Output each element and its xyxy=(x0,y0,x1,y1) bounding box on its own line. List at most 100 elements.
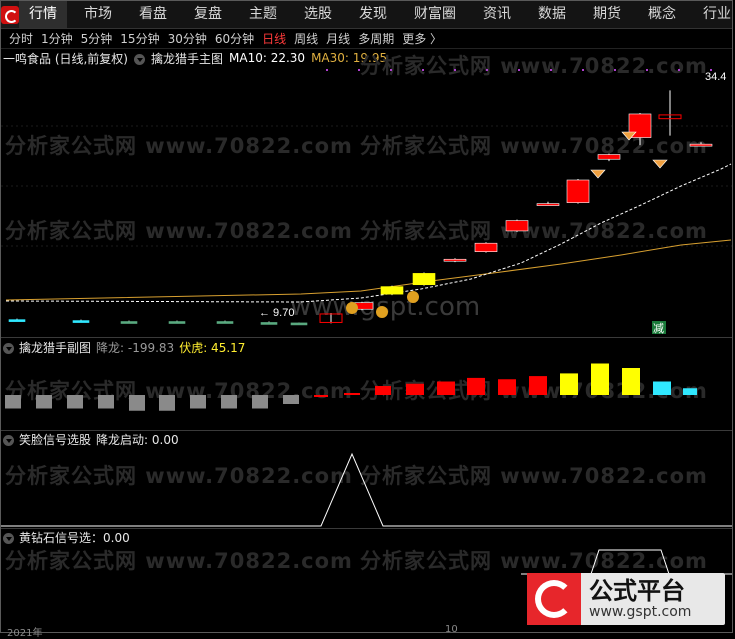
sub1-bar xyxy=(344,393,360,395)
dot-marker xyxy=(582,69,584,71)
dot-marker xyxy=(646,69,648,71)
time-label-mid: 10 xyxy=(445,624,458,635)
sub1-bar xyxy=(190,395,206,409)
reduce-signal-label: 减 xyxy=(653,322,664,335)
nav-item-1[interactable]: 市场 xyxy=(74,1,122,28)
candle xyxy=(260,322,278,325)
sub1-bar xyxy=(683,388,697,395)
panel-divider xyxy=(1,337,732,338)
ma10-value: MA10: 22.30 xyxy=(229,51,306,65)
nav-item-6[interactable]: 发现 xyxy=(349,1,397,28)
dot-marker xyxy=(358,69,360,71)
main-info-bar: 一鸣食品 (日线,前复权) 擒龙猎手主图 MA10: 22.30 MA30: 1… xyxy=(3,50,387,66)
sub1-bar xyxy=(622,368,640,395)
nav-item-10[interactable]: 期货 xyxy=(583,1,631,28)
main-indicator-name[interactable]: 擒龙猎手主图 xyxy=(151,50,223,67)
sub1-bar xyxy=(129,395,145,411)
sub1-bar xyxy=(98,395,114,409)
nav-item-11[interactable]: 概念 xyxy=(638,1,686,28)
nav-item-0[interactable]: 行情 xyxy=(19,1,67,28)
sub1-bar xyxy=(221,395,237,409)
dot-marker xyxy=(518,69,520,71)
sub1-bar xyxy=(375,386,391,395)
dot-marker xyxy=(390,69,392,71)
nav-item-8[interactable]: 资讯 xyxy=(473,1,521,28)
candle xyxy=(412,273,436,286)
candle xyxy=(689,143,713,147)
sub3-signal-line xyxy=(521,549,732,575)
stock-title[interactable]: 一鸣食品 (日线,前复权) xyxy=(3,50,128,67)
dropdown-icon[interactable] xyxy=(3,533,14,544)
dot-marker xyxy=(454,69,456,71)
dot-marker xyxy=(614,69,616,71)
diamond-icon xyxy=(652,159,668,169)
period-4[interactable]: 30分钟 xyxy=(168,30,207,47)
time-label-left: 2021年 xyxy=(7,628,43,639)
sub1-bar-chart[interactable] xyxy=(1,353,732,429)
main-candlestick-chart[interactable]: 34.4 ← 9.70 减 xyxy=(1,66,732,336)
ma30-value: MA30: 19.95 xyxy=(311,51,388,65)
ma30-line xyxy=(5,239,732,301)
sub1-bar xyxy=(591,363,609,395)
nav-item-7[interactable]: 财富圈 xyxy=(404,1,466,28)
sub1-bar xyxy=(653,381,671,395)
diamond-icon xyxy=(590,169,606,179)
period-bar: 分时 1分钟 5分钟 15分钟 30分钟 60分钟 日线 周线 月线 多周期 更多 〉 xyxy=(1,29,732,49)
period-2[interactable]: 5分钟 xyxy=(81,30,113,47)
ma10-line xyxy=(5,163,732,303)
nav-item-4[interactable]: 主题 xyxy=(239,1,287,28)
sub2-signal-line xyxy=(1,452,732,527)
sub1-bar xyxy=(529,376,547,395)
gspt-logo-icon xyxy=(527,573,581,625)
money-bag-icon xyxy=(346,302,358,314)
money-bag-icon xyxy=(376,306,388,318)
nav-item-5[interactable]: 选股 xyxy=(294,1,342,28)
period-6[interactable]: 日线 xyxy=(262,30,286,47)
candle xyxy=(536,203,560,206)
dot-marker xyxy=(486,69,488,71)
sub1-bar xyxy=(314,395,328,397)
period-9[interactable]: 多周期 xyxy=(358,30,394,47)
period-0[interactable]: 分时 xyxy=(9,30,33,47)
period-1[interactable]: 1分钟 xyxy=(41,30,73,47)
candle xyxy=(120,321,138,324)
top-nav: 行情 市场 看盘 复盘 主题 选股 发现 财富圈 资讯 数据 期货 概念 行业 xyxy=(1,1,732,29)
dropdown-icon[interactable] xyxy=(3,435,14,446)
dot-marker xyxy=(326,69,328,71)
sub1-bar xyxy=(437,381,455,395)
money-bag-icon xyxy=(407,291,419,303)
app-logo[interactable] xyxy=(1,1,19,28)
nav-item-3[interactable]: 复盘 xyxy=(184,1,232,28)
candle xyxy=(8,319,26,322)
period-10[interactable]: 更多 〉 xyxy=(402,30,442,47)
sub1-bar xyxy=(283,395,299,404)
candle xyxy=(290,322,308,326)
dot-marker xyxy=(422,69,424,71)
low-price-label: ← 9.70 xyxy=(259,307,294,319)
dot-marker xyxy=(550,69,552,71)
sub1-bar xyxy=(36,395,52,409)
candle xyxy=(566,179,590,203)
period-5[interactable]: 60分钟 xyxy=(215,30,254,47)
candle xyxy=(380,286,404,295)
candle xyxy=(216,321,234,324)
logo-icon xyxy=(1,5,19,24)
sub1-bar xyxy=(159,395,175,411)
nav-item-12[interactable]: 行业 xyxy=(693,1,732,28)
candle xyxy=(474,242,498,252)
candle xyxy=(505,220,529,232)
nav-item-9[interactable]: 数据 xyxy=(528,1,576,28)
sub1-bar xyxy=(467,377,485,395)
sub1-bar xyxy=(498,379,516,395)
dropdown-icon[interactable] xyxy=(134,53,145,65)
dot-marker xyxy=(678,69,680,71)
sub2-line-chart[interactable] xyxy=(1,446,732,528)
sub1-bar xyxy=(67,395,83,409)
nav-item-2[interactable]: 看盘 xyxy=(129,1,177,28)
candle xyxy=(443,258,467,262)
period-7[interactable]: 周线 xyxy=(294,30,318,47)
sub1-bar xyxy=(560,373,578,395)
period-3[interactable]: 15分钟 xyxy=(120,30,159,47)
sub1-bar xyxy=(252,395,268,409)
period-8[interactable]: 月线 xyxy=(326,30,350,47)
